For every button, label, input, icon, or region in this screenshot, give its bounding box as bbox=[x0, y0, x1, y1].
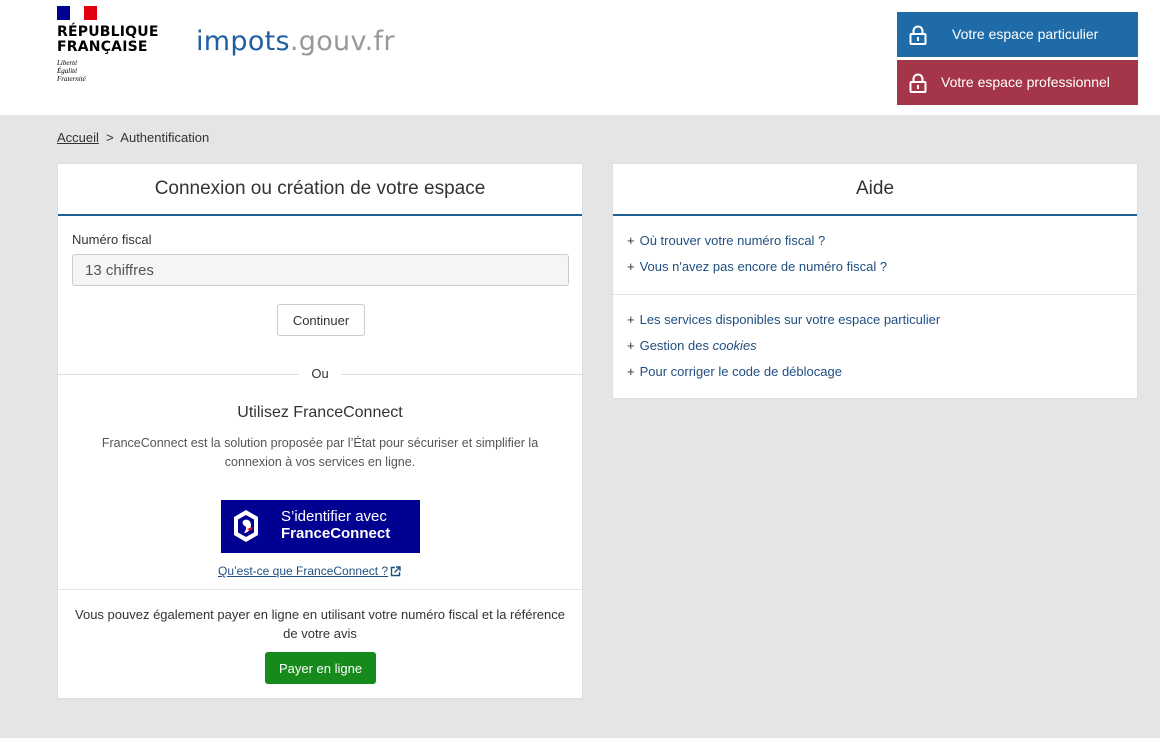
help-link-services-disponibles[interactable]: Les services disponibles sur votre espac… bbox=[640, 312, 941, 327]
help-item: + Où trouver votre numéro fiscal ? bbox=[627, 233, 826, 248]
franceconnect-button[interactable]: S’identifier avec FranceConnect bbox=[221, 500, 420, 553]
help-card: Aide + Où trouver votre numéro fiscal ? +… bbox=[612, 163, 1138, 399]
espace-particulier-button[interactable]: Votre espace particulier bbox=[897, 12, 1138, 57]
login-card: Connexion ou création de votre espace Nu… bbox=[57, 163, 583, 699]
help-list-primary: + Où trouver votre numéro fiscal ? + Vous … bbox=[627, 228, 887, 280]
help-link-code-deblocage[interactable]: Pour corriger le code de déblocage bbox=[640, 364, 842, 379]
help-link-gestion-cookies[interactable]: Gestion des cookies bbox=[640, 338, 757, 353]
numero-fiscal-input[interactable] bbox=[72, 254, 569, 286]
espace-professionnel-button[interactable]: Votre espace professionnel bbox=[897, 60, 1138, 105]
help-list-secondary: + Les services disponibles sur votre espa… bbox=[627, 307, 940, 385]
help-link-trouver-numero[interactable]: Où trouver votre numéro fiscal ? bbox=[640, 233, 826, 248]
espace-professionnel-label: Votre espace professionnel bbox=[941, 74, 1110, 90]
help-card-title: Aide bbox=[613, 164, 1137, 216]
french-flag-icon bbox=[57, 6, 97, 20]
help-item: + Pour corriger le code de déblocage bbox=[627, 364, 842, 379]
help-link-pas-de-numero[interactable]: Vous n'avez pas encore de numéro fiscal … bbox=[640, 259, 887, 274]
pay-online-text: Vous pouvez également payer en ligne en … bbox=[75, 607, 565, 641]
breadcrumb: Accueil > Authentification bbox=[57, 130, 209, 145]
espace-particulier-label: Votre espace particulier bbox=[952, 26, 1099, 42]
site-header: RÉPUBLIQUE FRANÇAISE Liberté Égalité Fra… bbox=[0, 0, 1160, 115]
breadcrumb-home-link[interactable]: Accueil bbox=[57, 130, 99, 145]
republique-motto: Liberté Égalité Fraternité bbox=[57, 59, 86, 83]
external-link-icon bbox=[390, 566, 401, 577]
numero-fiscal-label: Numéro fiscal bbox=[72, 232, 152, 247]
help-divider bbox=[613, 294, 1137, 295]
help-item: + Gestion des cookies bbox=[627, 338, 757, 353]
padlock-icon bbox=[909, 73, 927, 93]
or-label: Ou bbox=[299, 366, 341, 381]
continue-button[interactable]: Continuer bbox=[277, 304, 365, 336]
breadcrumb-separator: > bbox=[106, 130, 114, 145]
breadcrumb-current: Authentification bbox=[120, 130, 210, 145]
padlock-icon bbox=[909, 25, 927, 45]
login-card-title: Connexion ou création de votre espace bbox=[58, 164, 582, 216]
help-item: + Vous n'avez pas encore de numéro fiscal… bbox=[627, 259, 888, 274]
marianne-icon bbox=[234, 510, 258, 542]
site-logo[interactable]: impots.gouv.fr bbox=[196, 26, 395, 57]
franceconnect-button-line1: S’identifier avec bbox=[281, 508, 387, 525]
help-item: + Les services disponibles sur votre espa… bbox=[627, 312, 941, 327]
franceconnect-button-line2: FranceConnect bbox=[281, 525, 391, 542]
republique-title: RÉPUBLIQUE FRANÇAISE bbox=[57, 24, 159, 55]
pay-online-button[interactable]: Payer en ligne bbox=[265, 652, 376, 684]
republique-francaise-logo[interactable]: RÉPUBLIQUE FRANÇAISE Liberté Égalité Fra… bbox=[57, 6, 159, 83]
franceconnect-info-link[interactable]: Qu’est-ce que FranceConnect ? bbox=[218, 564, 401, 578]
section-divider bbox=[58, 589, 582, 590]
franceconnect-title: Utilisez FranceConnect bbox=[237, 404, 403, 421]
franceconnect-description: FranceConnect est la solution proposée p… bbox=[101, 436, 539, 469]
